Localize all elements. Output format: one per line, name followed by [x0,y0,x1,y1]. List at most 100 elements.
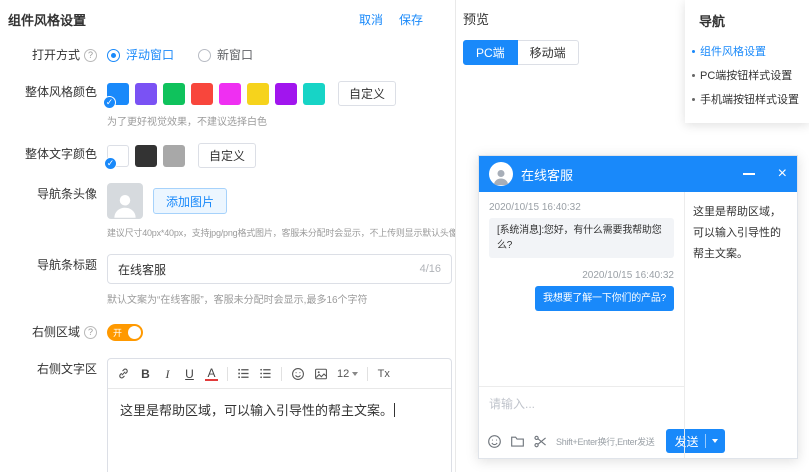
style-color-label: 整体风格颜色 [8,81,107,103]
style-color-swatches: 自定义 [107,81,451,106]
page-title: 组件风格设置 [8,10,86,29]
nav-item-pc-button-style[interactable]: PC端按钮样式设置 [685,63,809,87]
chat-input[interactable]: 请输入... [479,386,684,424]
toolbar-divider [227,367,228,381]
color-swatch[interactable] [135,83,157,105]
close-icon[interactable]: × [778,166,787,183]
minimize-icon[interactable] [743,173,755,175]
right-text-label: 右侧文字区 [8,358,107,380]
right-area-row: 右侧区域 开 [8,321,451,343]
nav-title-row: 导航条标题 4/16 默认文案为“在线客服”，客服未分配时会显示,最多16个字符 [8,254,451,306]
folder-icon[interactable] [510,434,525,449]
text-color-swatch[interactable] [135,145,157,167]
clear-format-button[interactable]: Tx [377,367,390,381]
message-timestamp: 2020/10/15 16:40:32 [489,202,674,213]
chat-main-column: 2020/10/15 16:40:32 [系统消息]:您好，有什么需要我帮助您么… [479,192,684,458]
message-bubble-user: 我想要了解一下你们的产品? [535,286,674,311]
chat-preview-window: 在线客服 × 2020/10/15 16:40:32 [系统消息]:您好，有什么… [478,155,798,459]
radio-new-window[interactable]: 新窗口 [198,44,253,66]
chat-help-area: 这里是帮助区域，可以输入引导性的帮主文案。 [684,192,797,458]
nav-title-label: 导航条标题 [8,254,107,276]
scissors-icon[interactable] [533,434,548,449]
open-mode-row: 打开方式 浮动窗口 新窗口 [8,44,451,66]
settings-panel: 组件风格设置 取消 保存 打开方式 浮动窗口 新窗口 整体风格颜色 [0,0,456,472]
message-bubble-system: [系统消息]:您好，有什么需要我帮助您么? [489,218,674,258]
right-area-label-text: 右侧区域 [32,321,80,343]
right-area-toggle[interactable]: 开 [107,324,143,341]
text-color-swatch-selected[interactable] [107,145,129,167]
cancel-button[interactable]: 取消 [359,11,383,28]
nav-item-mobile-button-style[interactable]: 手机端按钮样式设置 [685,87,809,111]
editor-toolbar: B I U A [108,359,451,389]
chat-toolbar: Shift+Enter换行,Enter发送 发送 [479,424,684,458]
color-swatch[interactable] [247,83,269,105]
color-swatch-selected[interactable] [107,83,129,105]
unordered-list-icon[interactable] [259,367,272,380]
bold-button[interactable]: B [139,367,152,381]
chat-body: 2020/10/15 16:40:32 [系统消息]:您好，有什么需要我帮助您么… [479,192,797,458]
avatar-helper: 建议尺寸40px*40px，支持jpg/png格式图片，客服未分配时会显示，不上… [107,226,451,239]
emoji-icon[interactable] [291,367,305,381]
add-image-button[interactable]: 添加图片 [153,188,227,214]
custom-style-color-button[interactable]: 自定义 [338,81,396,106]
chat-avatar-icon [489,162,513,186]
bullet-icon [692,98,695,101]
radio-label: 新窗口 [217,44,253,66]
style-color-helper: 为了更好视觉效果，不建议选择白色 [107,113,451,128]
style-color-row: 整体风格颜色 自定义 为了更好视觉效果，不建议选择白色 [8,81,451,128]
help-icon[interactable] [84,326,97,339]
text-color-swatch[interactable] [163,145,185,167]
nav-item-component-style[interactable]: 组件风格设置 [685,39,809,63]
bullet-icon [692,50,695,53]
link-icon[interactable] [117,367,130,380]
underline-button[interactable]: U [183,367,196,381]
text-color-swatches: 自定义 [107,143,451,168]
nav-card-title: 导航 [685,9,809,39]
panel-header: 组件风格设置 取消 保存 [8,10,451,29]
message-timestamp: 2020/10/15 16:40:32 [489,270,674,281]
header-actions: 取消 保存 [359,11,423,28]
text-color-row: 整体文字颜色 自定义 [8,143,451,168]
help-icon[interactable] [84,49,97,62]
message-row: 2020/10/15 16:40:32 [系统消息]:您好，有什么需要我帮助您么… [489,202,674,258]
tab-pc[interactable]: PC端 [463,40,518,65]
ordered-list-icon[interactable] [237,367,250,380]
color-swatch[interactable] [163,83,185,105]
radio-floating-window[interactable]: 浮动窗口 [107,44,174,66]
text-color-label: 整体文字颜色 [8,143,107,165]
toolbar-divider [281,367,282,381]
text-cursor [394,403,395,417]
color-swatch[interactable] [275,83,297,105]
save-button[interactable]: 保存 [399,11,423,28]
char-counter: 4/16 [420,263,441,275]
nav-title-helper: 默认文案为“在线客服”，客服未分配时会显示,最多16个字符 [107,291,451,306]
color-swatch[interactable] [191,83,213,105]
right-area-label: 右侧区域 [8,321,107,343]
avatar-row: 导航条头像 添加图片 建议尺寸40px*40px，支持jpg/png格式图片，客… [8,183,451,239]
italic-button[interactable]: I [161,367,174,381]
send-hint: Shift+Enter换行,Enter发送 [556,435,655,448]
radio-label: 浮动窗口 [126,44,174,66]
font-color-button[interactable]: A [205,367,218,381]
nav-title-input-box: 4/16 [107,254,452,284]
nav-title-input[interactable] [118,262,420,276]
tab-mobile[interactable]: 移动端 [518,40,579,65]
toggle-knob [128,326,141,339]
open-mode-label: 打开方式 [8,44,107,66]
avatar-placeholder-icon [107,183,143,219]
color-swatch[interactable] [303,83,325,105]
emoji-icon[interactable] [487,434,502,449]
font-size-dropdown[interactable]: 12 [337,368,358,380]
nav-card: 导航 组件风格设置 PC端按钮样式设置 手机端按钮样式设置 [685,0,809,123]
image-icon[interactable] [314,367,328,381]
editor-content[interactable]: 这里是帮助区域，可以输入引导性的帮主文案。 [108,389,451,434]
nav-item-label: 组件风格设置 [700,43,766,59]
custom-text-color-button[interactable]: 自定义 [198,143,256,168]
color-swatch[interactable] [219,83,241,105]
open-mode-options: 浮动窗口 新窗口 [107,44,451,66]
font-size-value: 12 [337,368,349,380]
chat-input-placeholder: 请输入... [489,397,535,411]
nav-item-label: 手机端按钮样式设置 [700,91,799,107]
chat-header: 在线客服 × [479,156,797,192]
bullet-icon [692,74,695,77]
